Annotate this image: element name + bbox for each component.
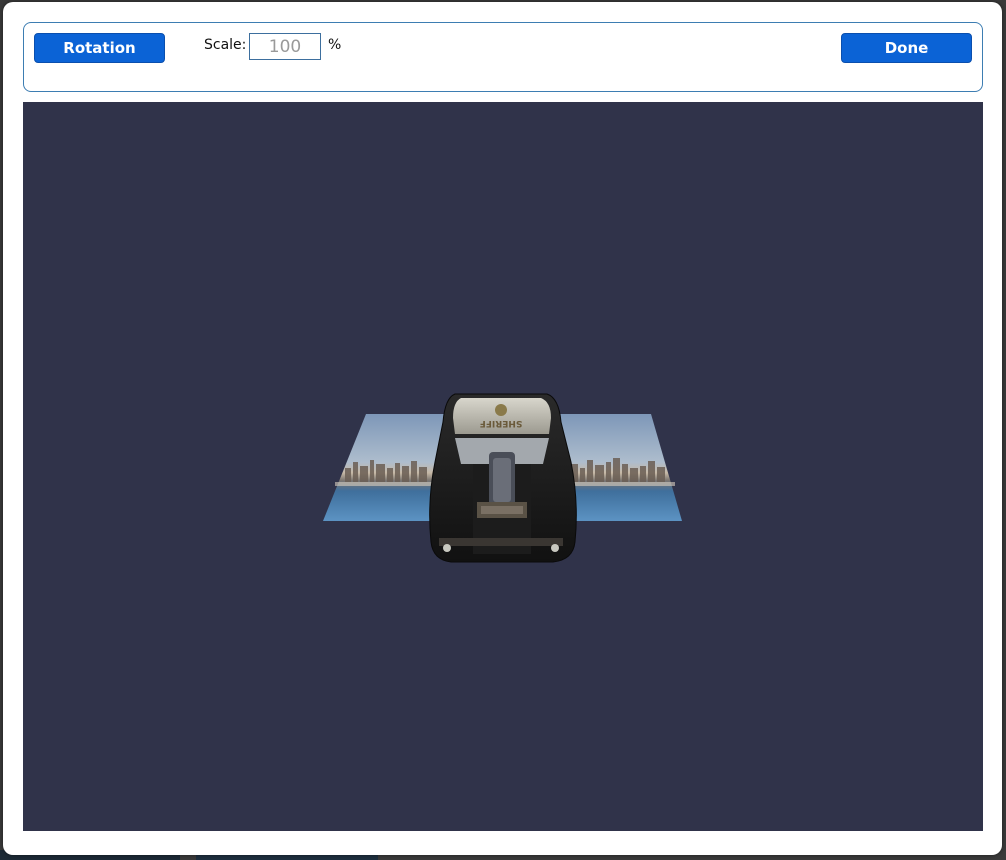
3d-viewport[interactable]: SHERIFF (23, 102, 983, 831)
model-viewer-dialog: Rotation Scale: % Done (3, 2, 1002, 855)
scale-label: Scale: (204, 37, 247, 53)
scale-unit: % (328, 37, 342, 53)
police-car-model: SHERIFF (429, 393, 577, 563)
scene-render: SHERIFF (323, 393, 682, 563)
toolbar: Rotation Scale: % Done (23, 22, 983, 92)
rotation-button[interactable]: Rotation (34, 33, 165, 63)
done-button[interactable]: Done (841, 33, 972, 63)
svg-text:SHERIFF: SHERIFF (480, 418, 523, 428)
scale-input[interactable] (249, 33, 321, 60)
